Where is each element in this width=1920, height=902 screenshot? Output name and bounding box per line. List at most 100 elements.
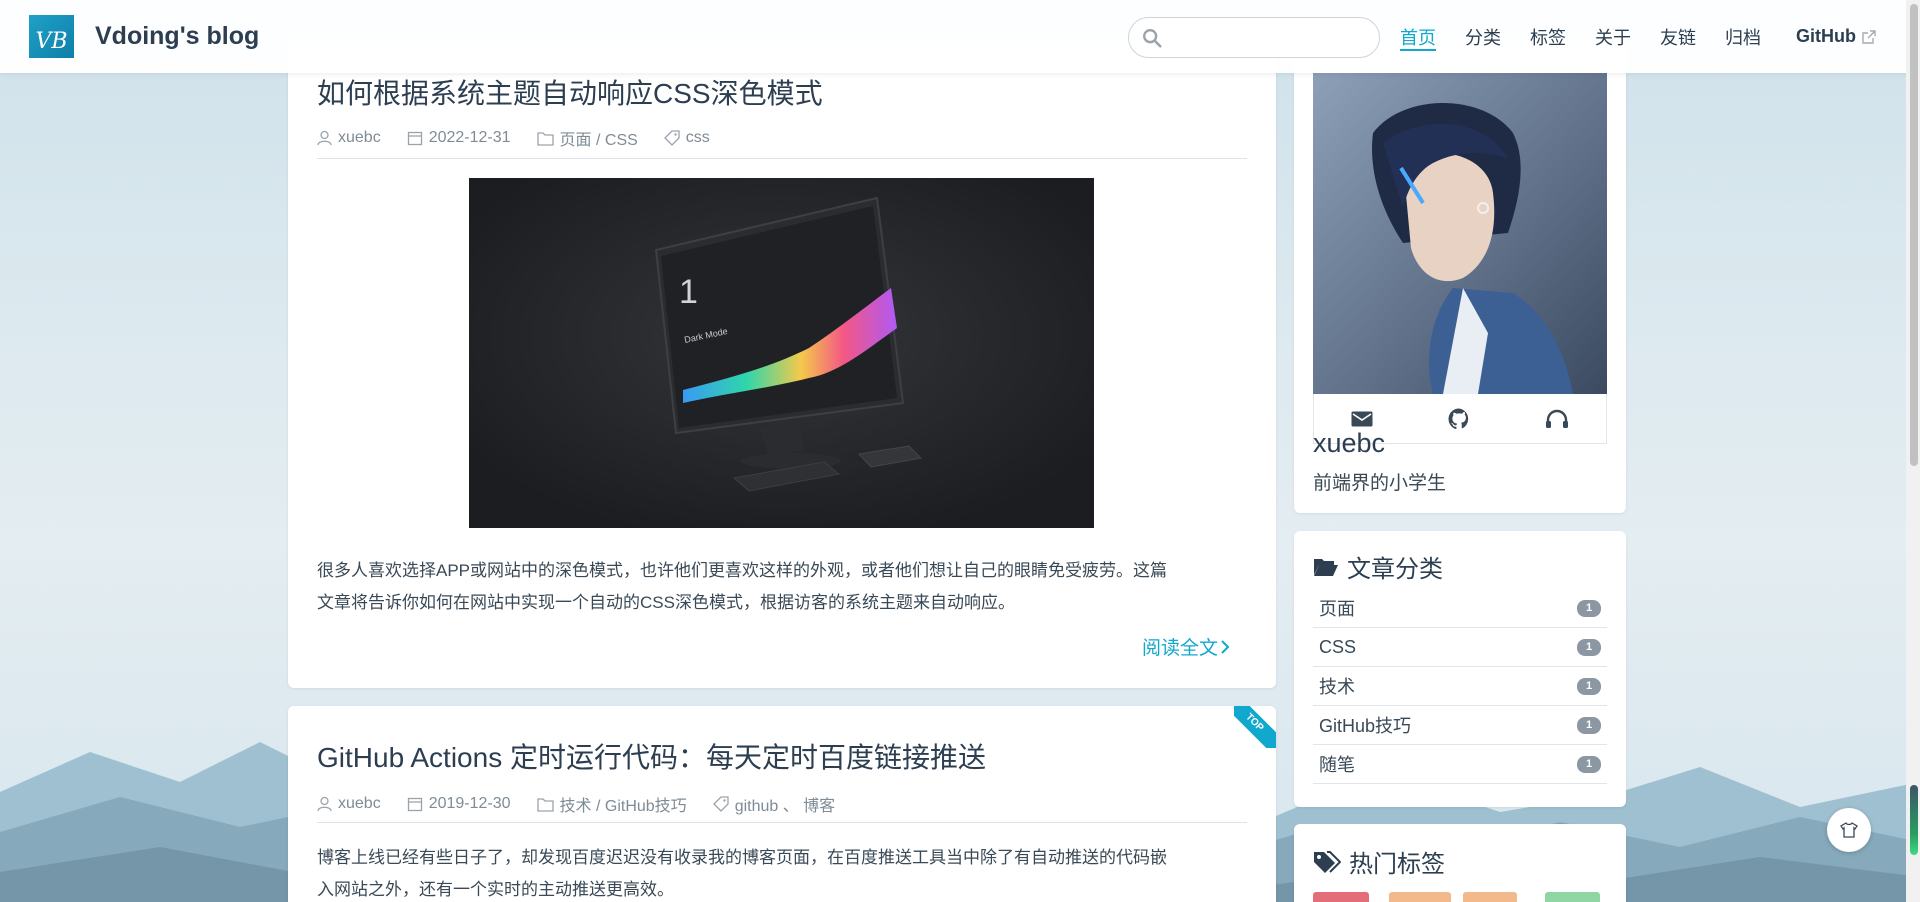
theme-toggle-button[interactable] [1827,808,1871,852]
shirt-icon [1840,822,1858,838]
scroll-progress-indicator [1910,785,1918,855]
divider [317,822,1247,823]
nav-github[interactable]: GitHub [1796,0,1876,73]
post-date: 2019-12-30 [428,795,511,812]
user-icon [317,796,332,812]
chevron-right-icon [1221,639,1230,654]
post-category: 技术 / GitHub技巧 [559,798,687,815]
meta-category[interactable]: 技术 / GitHub技巧 [536,792,687,816]
nav-categories[interactable]: 分类 [1465,0,1501,73]
post-tags: github 、 博客 [734,798,836,815]
tag-chip[interactable] [1389,892,1451,902]
calendar-icon [407,131,422,146]
category-name: CSS [1319,636,1357,657]
author-description: 前端界的小学生 [1313,473,1447,494]
user-icon [317,130,332,146]
read-more-link[interactable]: 阅读全文 [1142,633,1232,660]
post-card: TOP GitHub Actions 定时运行代码：每天定时百度链接推送 xue… [288,706,1276,902]
category-name: 页面 [1319,599,1355,619]
meta-tags[interactable]: css [663,129,710,147]
top-badge: TOP [1234,706,1276,748]
hot-tags-title[interactable]: 热门标签 [1313,844,1445,879]
post-summary: 博客上线已经有些日子了，却发现百度迟迟没有收录我的博客页面，在百度推送工具当中除… [317,842,1247,902]
category-count: 1 [1577,599,1601,617]
meta-tags[interactable]: github 、 博客 [712,792,836,816]
post-title[interactable]: 如何根据系统主题自动响应CSS深色模式 [317,72,823,112]
category-count: 1 [1577,638,1601,656]
post-summary-line-1: 很多人喜欢选择APP或网站中的深色模式，也许他们更喜欢这样的外观，或者他们想让自… [317,561,1168,580]
category-item[interactable]: GitHub技巧 1 [1313,706,1607,745]
nav-github-label: GitHub [1796,26,1856,46]
folder-open-icon [1314,558,1338,576]
category-name: 随笔 [1319,755,1355,775]
meta-author[interactable]: xuebc [317,129,381,147]
post-tags: css [685,129,710,146]
meta-date: 2022-12-31 [407,129,511,147]
nav-tags[interactable]: 标签 [1530,0,1566,73]
mail-icon[interactable] [1351,411,1373,427]
nav-archive[interactable]: 归档 [1725,0,1761,73]
headphones-icon[interactable] [1545,409,1569,429]
category-item[interactable]: 页面 1 [1313,589,1607,628]
avatar [1313,73,1607,394]
hot-tags-title-label: 热门标签 [1349,851,1445,878]
meta-category[interactable]: 页面 / CSS [536,126,638,150]
post-card: 如何根据系统主题自动响应CSS深色模式 xuebc 2022-12-31 页面 … [288,40,1276,688]
tag-icon [712,796,729,812]
nav-about[interactable]: 关于 [1595,0,1631,73]
category-item[interactable]: 随笔 1 [1313,745,1607,784]
read-more-label: 阅读全文 [1141,638,1218,659]
profile-card: xuebc 前端界的小学生 [1294,40,1626,513]
image-number: 1 [679,273,698,311]
site-name[interactable]: Vdoing's blog [95,22,259,51]
post-summary: 很多人喜欢选择APP或网站中的深色模式，也许他们更喜欢这样的外观，或者他们想让自… [317,555,1247,619]
search-icon [1143,29,1162,48]
search-input[interactable] [1169,24,1369,52]
main-nav: 首页 分类 标签 关于 友链 归档 GitHub [1400,0,1905,73]
categories-card: 文章分类 页面 1 CSS 1 技术 1 GitHub技巧 1 随笔 1 [1294,531,1626,807]
post-meta: xuebc 2019-12-30 技术 / GitHub技巧 github 、 … [317,792,861,816]
post-summary-line-2: 文章将告诉你如何在网站中实现一个自动的CSS深色模式，根据访客的系统主题来自动响… [317,593,1015,612]
tag-chip[interactable] [1545,892,1600,902]
github-icon[interactable] [1448,407,1470,430]
author-name: xuebc [338,129,381,146]
tags-icon [1314,850,1341,873]
post-summary-line-2: 入网站之外，还有一个实时的主动推送更高效。 [317,880,674,899]
post-meta: xuebc 2022-12-31 页面 / CSS css [317,126,736,150]
tag-icon [663,130,680,146]
category-item[interactable]: CSS 1 [1313,628,1607,667]
author-name: xuebc [338,795,381,812]
category-item[interactable]: 技术 1 [1313,667,1607,706]
search-box[interactable] [1128,17,1380,58]
divider [317,158,1247,159]
categories-title[interactable]: 文章分类 [1313,549,1443,584]
nav-home[interactable]: 首页 [1400,0,1436,73]
tag-chip[interactable] [1313,892,1369,902]
post-date: 2022-12-31 [428,129,511,146]
meta-date: 2019-12-30 [407,795,511,813]
category-count: 1 [1577,677,1601,695]
category-count: 1 [1577,716,1601,734]
post-cover-image[interactable]: 1 Dark Mode [469,178,1094,528]
scrollbar[interactable] [1906,0,1920,902]
post-summary-line-1: 博客上线已经有些日子了，却发现百度迟迟没有收录我的博客页面，在百度推送工具当中除… [317,848,1167,867]
external-link-icon [1862,29,1876,44]
meta-author[interactable]: xuebc [317,795,381,813]
post-title[interactable]: GitHub Actions 定时运行代码：每天定时百度链接推送 [317,736,986,776]
imac-dark-mode-illustration: 1 Dark Mode [469,178,1094,528]
scrollbar-thumb[interactable] [1910,4,1918,466]
top-badge-label: TOP [1234,706,1276,748]
category-count: 1 [1577,755,1601,773]
folder-icon [536,797,554,812]
nav-friends[interactable]: 友链 [1660,0,1696,73]
hot-tags-card: 热门标签 [1294,824,1626,902]
calendar-icon [407,797,422,812]
site-logo[interactable]: VB [29,15,74,58]
author-name: xuebc [1313,428,1386,458]
tag-chip[interactable] [1463,892,1517,902]
category-name: GitHub技巧 [1319,716,1412,736]
category-list: 页面 1 CSS 1 技术 1 GitHub技巧 1 随笔 1 [1313,589,1607,784]
category-name: 技术 [1319,677,1355,697]
categories-title-label: 文章分类 [1347,556,1443,583]
top-navbar: VB Vdoing's blog 首页 分类 标签 关于 友链 归档 GitHu… [0,0,1920,73]
